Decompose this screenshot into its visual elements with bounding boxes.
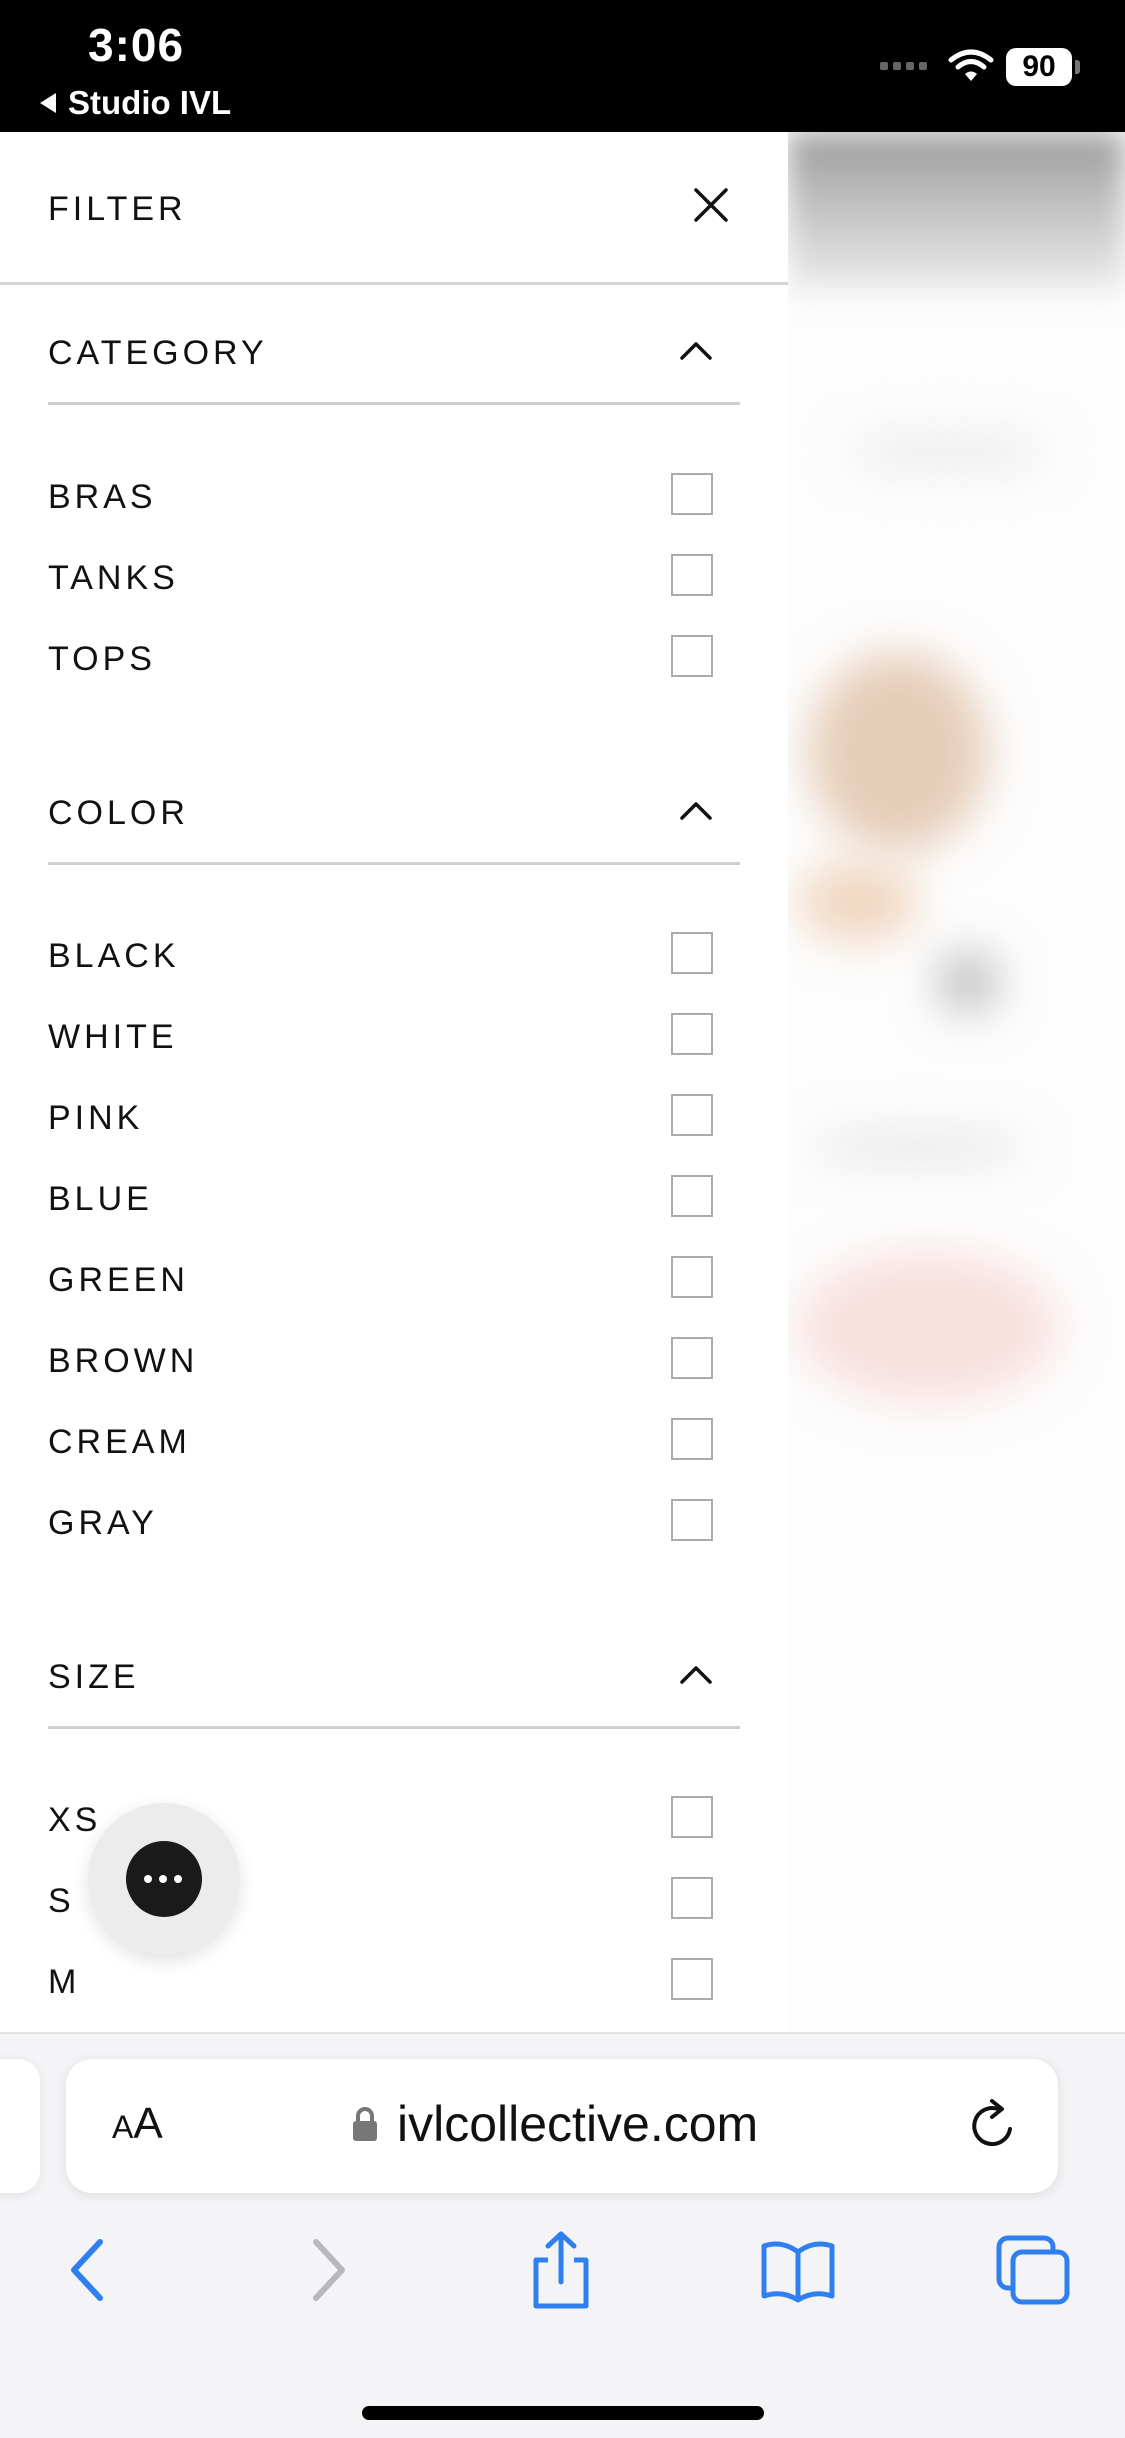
chat-icon bbox=[126, 1841, 202, 1917]
checkbox[interactable] bbox=[671, 1958, 713, 2000]
section-category-toggle[interactable]: CATEGORY bbox=[48, 306, 740, 405]
checkbox[interactable] bbox=[671, 1175, 713, 1217]
filter-header: FILTER bbox=[0, 132, 788, 285]
back-icon[interactable] bbox=[52, 2230, 122, 2310]
option-label: WHITE bbox=[48, 1018, 178, 1056]
text-size-small: A bbox=[112, 2109, 134, 2145]
option-label: GRAY bbox=[48, 1504, 158, 1542]
previous-tab-preview[interactable] bbox=[0, 2059, 40, 2193]
chevron-up-icon bbox=[680, 802, 712, 820]
battery-indicator: 90 bbox=[1006, 48, 1080, 86]
checkbox[interactable] bbox=[671, 1337, 713, 1379]
text-size-large: A bbox=[133, 2099, 163, 2148]
filter-option-tanks[interactable]: TANKS bbox=[48, 549, 720, 609]
status-time: 3:06 bbox=[88, 19, 185, 71]
filter-option-green[interactable]: GREEN bbox=[48, 1251, 720, 1311]
checkbox[interactable] bbox=[671, 554, 713, 596]
option-label: BROWN bbox=[48, 1342, 199, 1380]
back-to-app[interactable]: Studio IVL bbox=[38, 84, 231, 122]
option-label: CREAM bbox=[48, 1423, 191, 1461]
checkbox[interactable] bbox=[671, 932, 713, 974]
back-app-label: Studio IVL bbox=[68, 84, 232, 121]
option-label: BLUE bbox=[48, 1180, 153, 1218]
checkbox[interactable] bbox=[671, 473, 713, 515]
option-label: BLACK bbox=[48, 937, 180, 975]
checkbox[interactable] bbox=[671, 1499, 713, 1541]
text-size-button[interactable]: AA bbox=[112, 2099, 163, 2149]
browser-toolbar: AA ivlcollective.com bbox=[0, 2032, 1125, 2438]
chevron-up-icon bbox=[680, 1666, 712, 1684]
option-label: BRAS bbox=[48, 478, 157, 516]
section-title: COLOR bbox=[48, 794, 189, 832]
option-label: M bbox=[48, 1963, 81, 2001]
filter-drawer: FILTER CATEGORY BRAS TANKS TOPS COLOR BL… bbox=[0, 132, 788, 2032]
filter-option-tops[interactable]: TOPS bbox=[48, 630, 720, 690]
checkbox[interactable] bbox=[671, 1013, 713, 1055]
back-triangle-icon bbox=[40, 93, 56, 113]
lock-icon bbox=[353, 2107, 377, 2141]
reload-icon[interactable] bbox=[964, 2097, 1022, 2155]
checkbox[interactable] bbox=[671, 1877, 713, 1919]
filter-option-pink[interactable]: PINK bbox=[48, 1089, 720, 1149]
option-label: GREEN bbox=[48, 1261, 189, 1299]
wifi-icon bbox=[948, 49, 994, 81]
address-bar[interactable]: AA ivlcollective.com bbox=[66, 2059, 1058, 2193]
section-title: CATEGORY bbox=[48, 334, 268, 372]
chat-button[interactable] bbox=[88, 1803, 240, 1955]
filter-option-bras[interactable]: BRAS bbox=[48, 468, 720, 528]
bookmarks-icon[interactable] bbox=[760, 2230, 836, 2310]
filter-option-black[interactable]: BLACK bbox=[48, 927, 720, 987]
option-label: TOPS bbox=[48, 640, 156, 678]
background-page bbox=[788, 132, 1125, 2032]
browser-nav-row bbox=[0, 2230, 1125, 2310]
checkbox[interactable] bbox=[671, 1256, 713, 1298]
cellular-signal-icon bbox=[880, 62, 927, 70]
url-display[interactable]: ivlcollective.com bbox=[351, 2095, 758, 2153]
option-label: PINK bbox=[48, 1099, 144, 1137]
section-size-toggle[interactable]: SIZE bbox=[48, 1630, 740, 1729]
checkbox[interactable] bbox=[671, 1418, 713, 1460]
status-bar: 3:06 Studio IVL 90 bbox=[0, 0, 1125, 132]
filter-option-m[interactable]: M bbox=[48, 1953, 720, 2013]
filter-option-brown[interactable]: BROWN bbox=[48, 1332, 720, 1392]
chevron-up-icon bbox=[680, 342, 712, 360]
home-indicator[interactable] bbox=[362, 2406, 764, 2420]
forward-icon[interactable] bbox=[294, 2230, 364, 2310]
checkbox[interactable] bbox=[671, 1796, 713, 1838]
filter-option-gray[interactable]: GRAY bbox=[48, 1494, 720, 1554]
option-label: XS bbox=[48, 1801, 102, 1839]
option-label: S bbox=[48, 1882, 75, 1920]
filter-title: FILTER bbox=[48, 190, 187, 228]
tabs-icon[interactable] bbox=[995, 2230, 1071, 2310]
checkbox[interactable] bbox=[671, 635, 713, 677]
filter-option-blue[interactable]: BLUE bbox=[48, 1170, 720, 1230]
share-icon[interactable] bbox=[526, 2230, 596, 2310]
filter-option-white[interactable]: WHITE bbox=[48, 1008, 720, 1068]
section-color-toggle[interactable]: COLOR bbox=[48, 766, 740, 865]
option-label: TANKS bbox=[48, 559, 179, 597]
checkbox[interactable] bbox=[671, 1094, 713, 1136]
close-icon[interactable] bbox=[688, 182, 734, 228]
url-text: ivlcollective.com bbox=[397, 2096, 759, 2152]
filter-option-cream[interactable]: CREAM bbox=[48, 1413, 720, 1473]
section-title: SIZE bbox=[48, 1658, 140, 1696]
